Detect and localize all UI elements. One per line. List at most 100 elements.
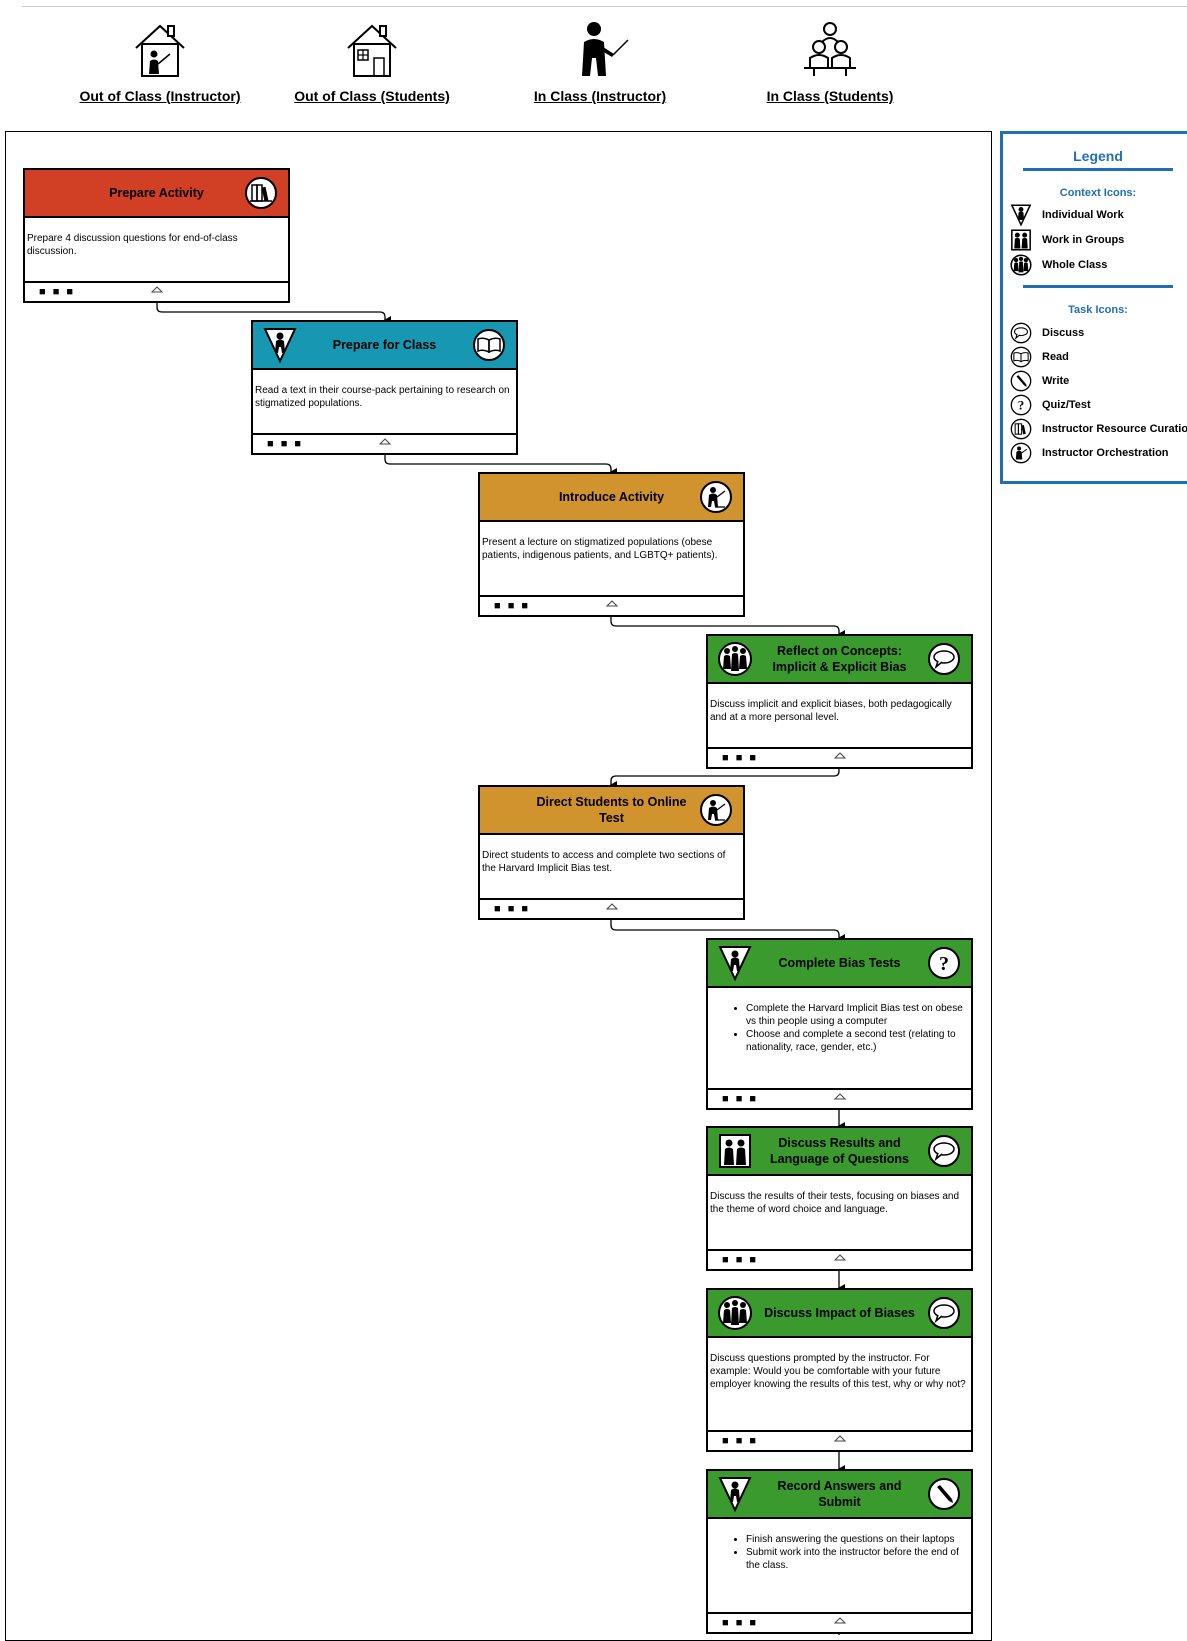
whole-class-icon	[718, 1296, 752, 1330]
collapse-caret-icon[interactable]	[834, 1254, 846, 1262]
write-icon	[1010, 370, 1032, 392]
card-header: Discuss Results and Language of Question…	[708, 1128, 971, 1176]
card-description: Prepare 4 discussion questions for end-o…	[27, 233, 238, 257]
activity-card-reflect-on-concepts[interactable]: Reflect on Concepts: Implicit & Explicit…	[706, 634, 973, 769]
legend-panel: Legend Context Icons: Individual Work Wo…	[1000, 131, 1187, 484]
legend-item-discuss: Discuss	[1010, 322, 1084, 344]
more-options-button[interactable]: ■ ■ ■	[722, 1091, 758, 1107]
card-description: Discuss the results of their tests, focu…	[710, 1191, 960, 1215]
legend-item-individual-work: Individual Work	[1010, 204, 1124, 226]
write-icon	[928, 1478, 960, 1510]
svg-text:?: ?	[939, 953, 949, 975]
legend-item-resource-curation: Instructor Resource Curation	[1010, 418, 1187, 440]
card-footer: ■ ■ ■	[708, 1088, 971, 1108]
legend-item-orchestration: Instructor Orchestration	[1010, 442, 1169, 464]
discuss-icon	[928, 1135, 960, 1167]
collapse-caret-icon[interactable]	[151, 286, 163, 294]
whole-class-icon	[1010, 254, 1032, 276]
whole-class-icon	[718, 642, 752, 676]
collapse-caret-icon[interactable]	[834, 1093, 846, 1101]
more-options-button[interactable]: ■ ■ ■	[722, 1252, 758, 1268]
discuss-icon	[928, 1297, 960, 1329]
card-footer: ■ ■ ■	[708, 1430, 971, 1450]
collapse-caret-icon[interactable]	[379, 438, 391, 446]
card-title: Direct Students to Online Test	[536, 795, 687, 825]
collapse-caret-icon[interactable]	[834, 1435, 846, 1443]
individual-work-icon	[718, 946, 752, 981]
legend-label: Instructor Orchestration	[1042, 447, 1169, 459]
more-options-button[interactable]: ■ ■ ■	[494, 598, 530, 614]
legend-item-work-in-groups: Work in Groups	[1010, 229, 1124, 251]
legend-task-heading: Task Icons:	[1068, 304, 1128, 316]
legend-item-write: Write	[1010, 370, 1069, 392]
card-description: Discuss implicit and explicit biases, bo…	[710, 699, 952, 723]
more-options-button[interactable]: ■ ■ ■	[722, 1615, 758, 1631]
card-header: Reflect on Concepts: Implicit & Explicit…	[708, 636, 971, 684]
card-title: Prepare for Class	[332, 338, 437, 352]
activity-card-introduce-activity[interactable]: Introduce Activity Present a lecture on …	[478, 472, 745, 617]
activity-card-discuss-results[interactable]: Discuss Results and Language of Question…	[706, 1126, 973, 1271]
legend-item-whole-class: Whole Class	[1010, 254, 1107, 276]
legend-title: Legend	[1073, 148, 1123, 164]
activity-card-complete-bias-tests[interactable]: Complete Bias Tests ? Complete the Harva…	[706, 938, 973, 1110]
card-header: Record Answers and Submit	[708, 1471, 971, 1519]
card-header: Complete Bias Tests ?	[708, 940, 971, 988]
read-icon	[473, 329, 505, 361]
quiz-icon: ?	[1010, 394, 1032, 416]
collapse-caret-icon[interactable]	[834, 1617, 846, 1625]
more-options-button[interactable]: ■ ■ ■	[39, 284, 75, 300]
bullet-list: Complete the Harvard Implicit Bias test …	[710, 1002, 969, 1054]
legend-label: Quiz/Test	[1042, 399, 1091, 411]
orchestration-icon	[1010, 442, 1032, 464]
orchestration-icon	[700, 794, 732, 826]
card-description: Present a lecture on stigmatized populat…	[482, 537, 718, 561]
more-options-button[interactable]: ■ ■ ■	[267, 436, 303, 452]
activity-card-direct-students[interactable]: Direct Students to Online Test Direct st…	[478, 785, 745, 920]
card-title: Record Answers and Submit	[777, 1479, 902, 1509]
bullet-item: Finish answering the questions on their …	[746, 1533, 969, 1546]
legend-label: Write	[1042, 375, 1070, 387]
bullet-item: Choose and complete a second test (relat…	[746, 1028, 969, 1054]
activity-card-record-answers[interactable]: Record Answers and Submit Finish answeri…	[706, 1469, 973, 1634]
legend-label: Whole Class	[1042, 259, 1108, 271]
legend-label: Work in Groups	[1042, 234, 1125, 246]
card-description: Complete the Harvard Implicit Bias test …	[708, 988, 971, 1054]
more-options-button[interactable]: ■ ■ ■	[722, 750, 758, 766]
individual-work-icon	[718, 1477, 752, 1512]
read-icon	[1010, 346, 1032, 368]
card-header: Discuss Impact of Biases	[708, 1290, 971, 1338]
work-in-groups-icon	[1011, 229, 1031, 251]
card-title: Reflect on Concepts: Implicit & Explicit…	[772, 644, 907, 674]
legend-divider	[1023, 285, 1173, 288]
legend-label: Read	[1042, 351, 1069, 363]
card-description: Finish answering the questions on their …	[708, 1519, 971, 1572]
collapse-caret-icon[interactable]	[606, 903, 618, 911]
legend-label: Individual Work	[1042, 209, 1124, 221]
card-title: Complete Bias Tests	[778, 956, 901, 970]
svg-text:?: ?	[1018, 398, 1024, 413]
card-description: Discuss questions prompted by the instru…	[710, 1353, 966, 1390]
card-footer: ■ ■ ■	[480, 595, 743, 615]
bullet-item: Complete the Harvard Implicit Bias test …	[746, 1002, 969, 1028]
card-description: Read a text in their course-pack pertain…	[255, 385, 510, 409]
legend-label: Discuss	[1042, 327, 1085, 339]
card-header: Prepare Activity	[25, 170, 288, 218]
more-options-button[interactable]: ■ ■ ■	[494, 901, 530, 917]
card-header: Direct Students to Online Test	[480, 787, 743, 835]
collapse-caret-icon[interactable]	[606, 600, 618, 608]
legend-divider	[1023, 168, 1173, 171]
more-options-button[interactable]: ■ ■ ■	[722, 1433, 758, 1449]
resource-curation-icon	[1010, 418, 1032, 440]
resource-curation-icon	[245, 177, 277, 209]
activity-card-prepare-activity[interactable]: Prepare Activity Prepare 4 discussion qu…	[23, 168, 290, 303]
card-title: Introduce Activity	[558, 490, 665, 504]
card-footer: ■ ■ ■	[708, 1612, 971, 1632]
orchestration-icon	[700, 481, 732, 513]
collapse-caret-icon[interactable]	[834, 752, 846, 760]
activity-card-discuss-impact[interactable]: Discuss Impact of Biases Discuss questio…	[706, 1288, 973, 1452]
legend-label: Instructor Resource Curation	[1042, 423, 1187, 435]
activity-card-prepare-for-class[interactable]: Prepare for Class Read a text in their c…	[251, 320, 518, 455]
card-footer: ■ ■ ■	[708, 747, 971, 767]
card-footer: ■ ■ ■	[253, 433, 516, 453]
card-footer: ■ ■ ■	[480, 898, 743, 918]
